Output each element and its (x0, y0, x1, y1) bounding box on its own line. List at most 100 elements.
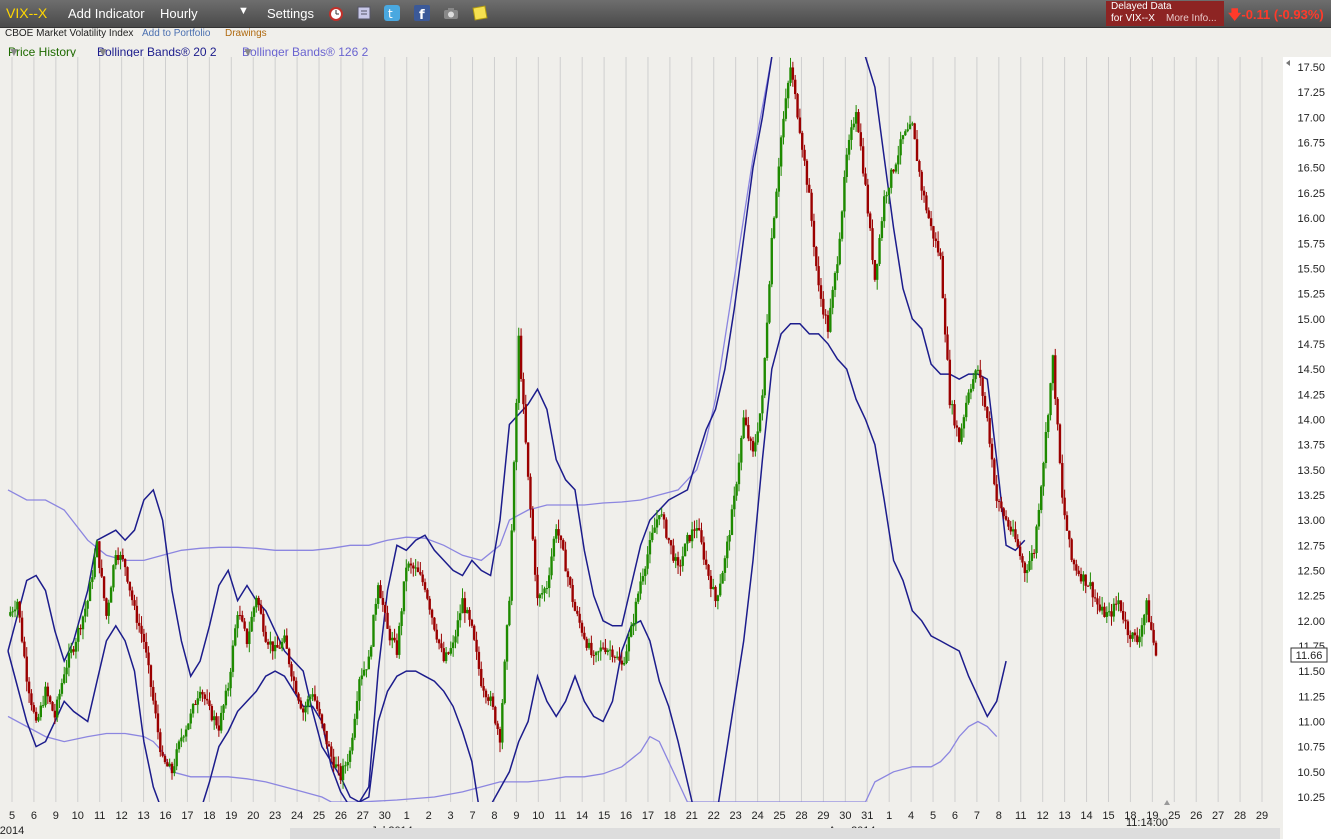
candle-body (615, 656, 619, 658)
candle-body (979, 369, 982, 378)
candle-body (604, 647, 607, 653)
candle-body (498, 728, 502, 743)
candle-body (742, 417, 745, 439)
candle-body (16, 601, 19, 610)
x-tick-label: 24 (751, 810, 763, 822)
alarm-clock-icon[interactable] (328, 5, 344, 21)
candle-body (601, 647, 605, 649)
candle-body (416, 567, 420, 572)
candle-body (133, 600, 136, 606)
candle-body (194, 704, 197, 706)
candle-body (430, 609, 434, 618)
candle-body (177, 741, 181, 750)
add-indicator-button[interactable]: Add Indicator (68, 6, 145, 21)
candle-body (590, 642, 593, 656)
candle-body (93, 557, 96, 578)
candle-body (660, 514, 663, 516)
candle-body (695, 528, 698, 531)
candle-body (508, 600, 511, 626)
candle-body (1082, 574, 1085, 582)
settings-button[interactable]: Settings (267, 6, 314, 21)
candle-body (501, 703, 504, 743)
candle-body (266, 641, 270, 645)
camera-icon[interactable] (443, 5, 459, 21)
candle-body (1086, 585, 1090, 587)
candle-body (658, 515, 661, 520)
candle-body (866, 184, 870, 214)
interval-dropdown[interactable]: Hourly (160, 6, 198, 21)
candle-body (817, 266, 820, 286)
x-tick-label: 11 (94, 810, 105, 822)
candle-body (852, 123, 855, 128)
candle-body (1018, 546, 1022, 557)
twitter-icon[interactable]: t (384, 5, 400, 21)
candle-body (428, 598, 431, 610)
candle-body (868, 213, 872, 229)
candle-body (988, 418, 991, 444)
candle-body (487, 697, 490, 701)
candle-body (765, 322, 769, 358)
candle-body (367, 656, 370, 670)
candle-body (145, 641, 148, 653)
candle-body (461, 598, 464, 614)
candle-body (269, 641, 272, 645)
candle-body (81, 616, 85, 630)
candle-body (412, 565, 415, 569)
x-tick-label: 27 (357, 810, 369, 822)
drawings-link[interactable]: Drawings (225, 28, 267, 39)
candle-body (1112, 603, 1116, 617)
candle-body (758, 413, 762, 432)
add-to-portfolio-link[interactable]: Add to Portfolio (142, 28, 210, 39)
candle-body (716, 595, 720, 602)
interval-dropdown-arrow-icon[interactable]: ▼ (238, 5, 249, 17)
x-tick-label: 8 (996, 810, 1002, 822)
time-label: 11:14:00 (1126, 817, 1168, 829)
candle-body (60, 683, 64, 694)
more-info-link[interactable]: More Info... (1166, 13, 1217, 25)
symbol-input[interactable]: VIX--X (6, 5, 47, 21)
candle-body (433, 617, 436, 630)
candle-body (1068, 530, 1071, 540)
candle-body (198, 691, 202, 699)
candle-body (302, 708, 305, 713)
price-chart[interactable]: 5 6 9 10 11 12 13 16 17 18 19 20 23 24 25 26 27 30 1 2 3 7 8 9 1… (0, 57, 1331, 839)
candle-body (763, 357, 766, 396)
indicator-legend: Price History ▼ Bollinger Bands® 20 2 ▼ … (8, 45, 369, 59)
candle-body (135, 605, 139, 623)
candle-body (1131, 632, 1134, 639)
candle-body (580, 622, 584, 633)
candle-body (552, 538, 556, 557)
candle-body (1030, 552, 1034, 561)
candle-body (166, 762, 169, 767)
notes-icon[interactable] (356, 5, 372, 21)
candle-body (351, 737, 354, 751)
candle-body (1032, 552, 1036, 554)
facebook-icon[interactable]: f (414, 5, 430, 21)
candle-body (899, 139, 902, 156)
candle-body (833, 273, 837, 290)
candle-body (686, 534, 689, 544)
chart-background (0, 57, 1331, 839)
candle-body (259, 604, 263, 614)
candle-body (941, 255, 944, 299)
candle-body (9, 612, 12, 616)
x-tick-label: 26 (335, 810, 347, 822)
candle-body (583, 632, 586, 639)
candle-body (489, 696, 492, 701)
y-tick-label: 13.75 (1297, 440, 1325, 452)
candle-body (925, 195, 928, 211)
candle-body (405, 567, 408, 582)
candle-body (1140, 625, 1144, 637)
candle-body (955, 425, 959, 428)
candle-body (212, 716, 216, 721)
delayed-data-badge[interactable]: Delayed Data for VIX--X More Info... (1106, 1, 1224, 26)
candle-body (625, 651, 628, 663)
candle-body (362, 669, 366, 676)
candle-body (599, 647, 602, 652)
candle-body (102, 576, 106, 599)
candle-body (53, 710, 57, 718)
candle-body (735, 484, 738, 496)
sticky-note-icon[interactable] (472, 5, 488, 21)
candle-body (1065, 515, 1069, 531)
candle-body (98, 541, 101, 568)
